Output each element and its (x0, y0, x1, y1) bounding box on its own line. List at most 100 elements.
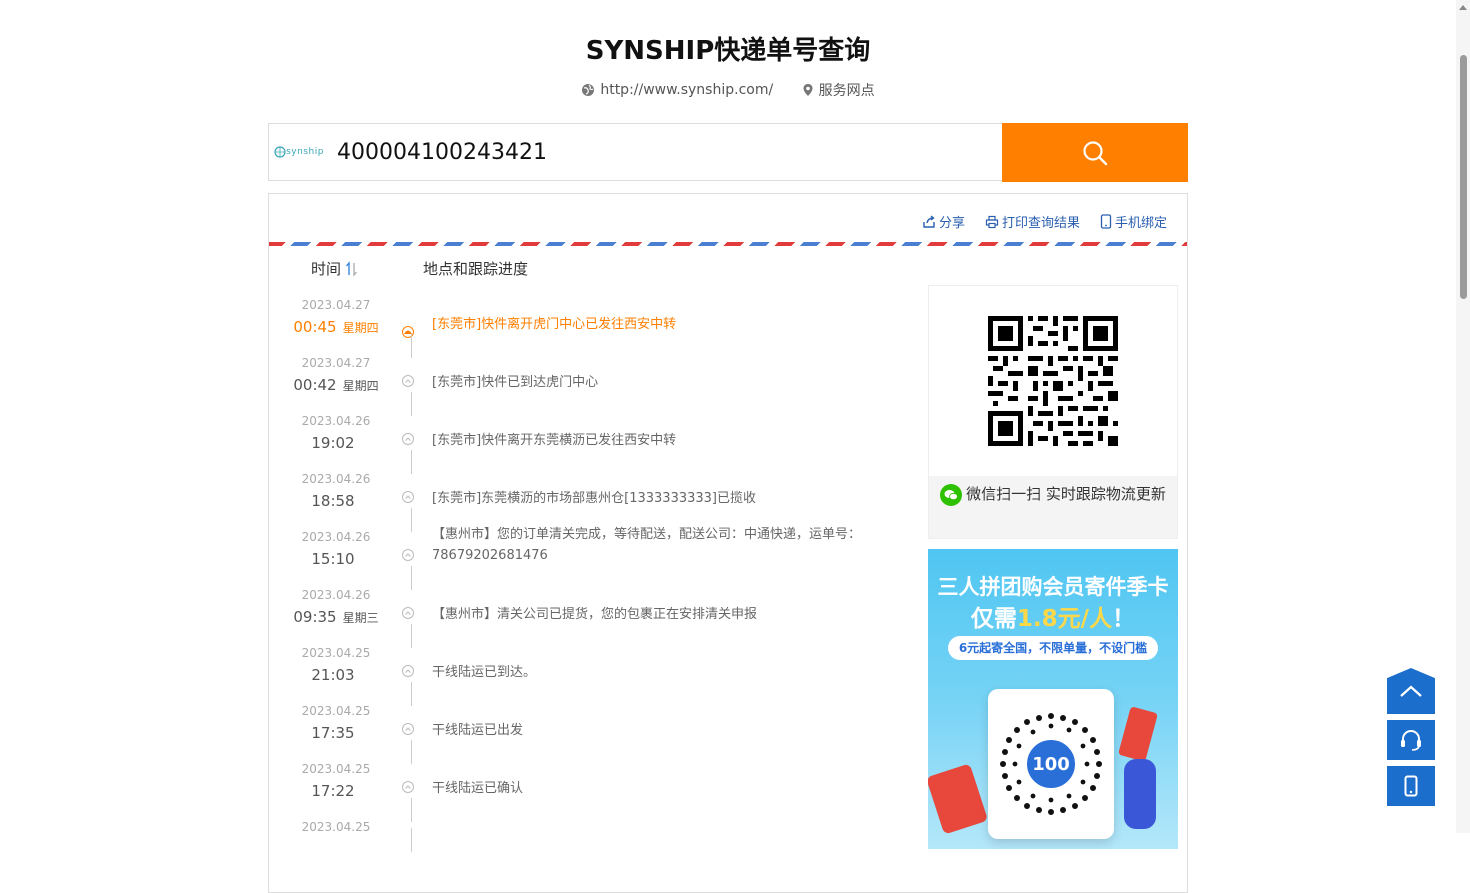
event-time: 18:58 (311, 492, 355, 510)
chevron-up-icon (402, 607, 414, 619)
timeline-connector (411, 828, 412, 852)
search-button[interactable] (1002, 123, 1188, 182)
bind-phone-button[interactable]: 手机绑定 (1100, 212, 1167, 231)
event-context: [东莞市]快件离开虎门中心已发往西安中转 (432, 317, 677, 332)
globe-icon (582, 84, 595, 96)
qr-caption-wrap: 微信扫一扫 实时跟踪物流更新 (939, 482, 1167, 506)
event-time: 00:42 (293, 376, 337, 394)
courier-logo-text: synship (286, 147, 324, 157)
promo-banner[interactable]: 三人拼团购会员寄件季卡 仅需1.8元/人！ 6元起寄全国，不限单量，不设门槛 1… (928, 549, 1178, 849)
event-context: 干线陆运已确认 (432, 781, 524, 796)
timeline-connector (411, 392, 412, 416)
event-time-wrap: 15:10 (269, 550, 403, 568)
event-time-wrap: 19:02 (269, 434, 403, 452)
timeline-row: 2023.04.27 00:45 星期四 [东莞市]快件离开虎门中心已发往西安中转 (269, 298, 909, 358)
event-context: 【惠州市】清关公司已提货，您的包裹正在安排清关申报 (432, 607, 758, 622)
timeline-row: 2023.04.25 17:35 干线陆运已出发 (269, 704, 909, 764)
event-time-wrap: 09:35 星期三 (269, 608, 403, 626)
current-status-icon (402, 326, 414, 338)
event-time-wrap: 18:58 (269, 492, 403, 510)
mobile-phone-icon (1100, 214, 1112, 229)
qr-code-container (929, 286, 1177, 476)
print-label: 打印查询结果 (1001, 216, 1080, 231)
event-time-wrap: 00:42 星期四 (269, 376, 403, 394)
event-time: 19:02 (311, 434, 355, 452)
qr-code-icon (988, 316, 1118, 446)
timeline-connector (411, 624, 412, 648)
mobile-app-button[interactable] (1387, 766, 1435, 806)
chevron-up-icon (402, 781, 414, 793)
mascot-decoration (1124, 759, 1156, 829)
page-scrollbar[interactable] (1456, 0, 1470, 833)
event-time: 00:45 (293, 318, 337, 336)
event-date: 2023.04.26 (301, 588, 371, 602)
event-context: 干线陆运已出发 (432, 723, 524, 738)
mini-program-code-card: 100 (988, 689, 1114, 839)
wechat-icon (940, 483, 963, 506)
timeline-connector (411, 682, 412, 706)
promo-price-prefix: 仅需 (970, 606, 1017, 632)
promo-price-suffix: ！ (1112, 606, 1136, 632)
timeline-row: 2023.04.25 21:03 干线陆运已到达。 (269, 646, 909, 706)
scrollbar-thumb[interactable] (1460, 55, 1467, 299)
timeline-connector (411, 508, 412, 532)
airmail-border (269, 242, 1187, 246)
search-icon (1083, 140, 1108, 165)
floating-actions (1387, 668, 1435, 812)
promo-pill: 6元起寄全国，不限单量，不设门槛 (948, 636, 1158, 660)
promo-price-line: 仅需1.8元/人！ (928, 599, 1178, 633)
timeline-row: 2023.04.26 15:10 【惠州市】您的订单清关完成，等待配送，配送公司… (269, 527, 909, 590)
event-date: 2023.04.25 (301, 820, 371, 834)
courier-logo: synship (269, 124, 329, 180)
service-points-link[interactable]: 服务网点 (802, 80, 875, 100)
event-time-wrap: 17:22 (269, 782, 403, 800)
chevron-up-icon (402, 723, 414, 735)
timeline-row: 2023.04.26 09:35 星期三 【惠州市】清关公司已提货，您的包裹正在安… (269, 588, 909, 648)
chevron-up-icon (402, 549, 414, 561)
printer-icon (985, 215, 999, 228)
event-time: 17:22 (311, 782, 355, 800)
timeline-row: 2023.04.26 19:02 [东莞市]快件离开东莞横沥已发往西安中转 (269, 414, 909, 474)
customer-service-button[interactable] (1387, 720, 1435, 760)
event-date: 2023.04.26 (301, 414, 371, 428)
mobile-phone-icon (1404, 775, 1418, 797)
event-time-wrap: 21:03 (269, 666, 403, 684)
promo-headline: 三人拼团购会员寄件季卡 (937, 575, 1169, 599)
event-time: 17:35 (311, 724, 355, 742)
event-time: 15:10 (311, 550, 355, 568)
synship-logo-icon (274, 146, 286, 158)
chevron-up-icon (1400, 685, 1422, 697)
qr-caption: 微信扫一扫 实时跟踪物流更新 (966, 485, 1166, 503)
timeline-connector (411, 450, 412, 474)
timeline-connector (411, 740, 412, 764)
headset-icon (1401, 730, 1421, 751)
share-button[interactable]: 分享 (922, 212, 965, 231)
timeline-connector (411, 798, 412, 822)
event-date: 2023.04.26 (301, 530, 371, 544)
back-to-top-button[interactable] (1387, 668, 1435, 714)
event-date: 2023.04.25 (301, 704, 371, 718)
event-context: 【惠州市】您的订单清关完成，等待配送，配送公司：中通快递，运单号：7867920… (432, 527, 862, 563)
event-time-wrap: 17:35 (269, 724, 403, 742)
print-button[interactable]: 打印查询结果 (985, 212, 1080, 231)
event-date: 2023.04.25 (301, 646, 371, 660)
event-weekday: 星期四 (342, 379, 379, 393)
scroll-up-arrow[interactable] (1459, 5, 1467, 10)
share-icon (923, 214, 935, 228)
page-title: SYNSHIP快递单号查询 (585, 36, 871, 66)
chevron-up-icon (402, 375, 414, 387)
bind-phone-label: 手机绑定 (1114, 216, 1167, 231)
wechat-qr-card: 微信扫一扫 实时跟踪物流更新 (928, 285, 1178, 539)
website-url: http://www.synship.com/ (600, 82, 774, 98)
location-pin-icon (803, 84, 813, 96)
chevron-up-icon (402, 665, 414, 677)
tracking-timeline: 2023.04.27 00:45 星期四 [东莞市]快件离开虎门中心已发往西安中转… (269, 298, 909, 878)
event-time: 21:03 (311, 666, 355, 684)
event-date: 2023.04.27 (301, 356, 371, 370)
timeline-connector (411, 566, 412, 590)
red-tag-decoration (1118, 706, 1158, 762)
website-link[interactable]: http://www.synship.com/ (581, 82, 773, 98)
sort-icon (346, 260, 358, 277)
timeline-row: 2023.04.25 17:22 干线陆运已确认 (269, 762, 909, 822)
time-column-header[interactable]: 时间 (311, 258, 359, 279)
